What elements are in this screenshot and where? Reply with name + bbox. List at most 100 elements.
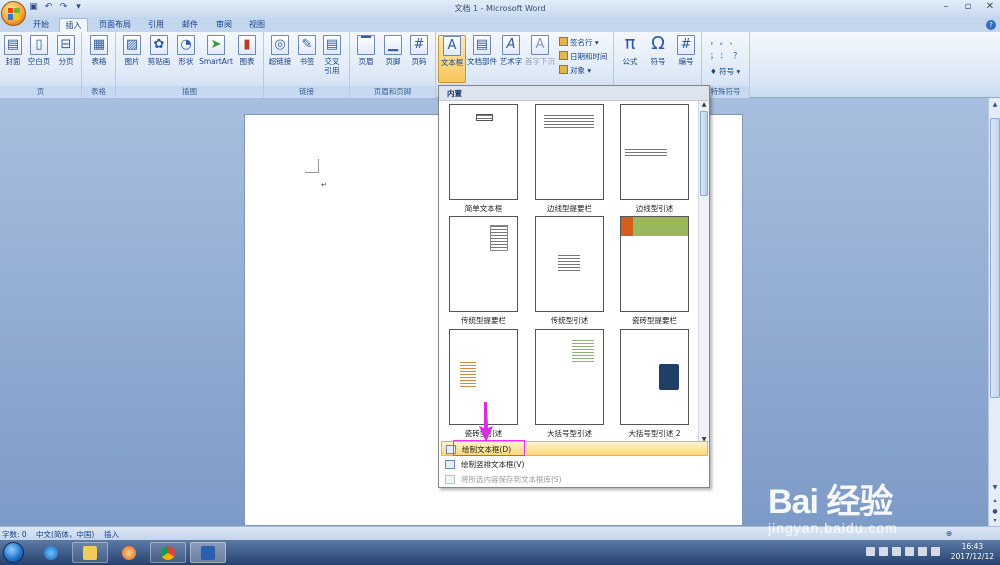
window-title: 文档 1 - Microsoft Word — [454, 4, 546, 13]
special-symbol-more-button[interactable]: ♦ 符号 ▾ — [710, 66, 740, 77]
prev-page-icon[interactable]: ▴ — [990, 496, 1000, 506]
gallery-item-traditional-sidebar[interactable]: 传统型提要栏 — [449, 216, 518, 326]
language-status[interactable]: 中文(简体，中国) — [36, 529, 94, 540]
date-time-button[interactable]: 日期和时间 — [559, 51, 608, 62]
insert-mode-status[interactable]: 插入 — [104, 529, 119, 540]
gallery-item-sideline-sidebar[interactable]: 边线型提要栏 — [535, 104, 604, 214]
ie-icon — [44, 545, 58, 560]
close-icon[interactable]: ✕ — [984, 1, 996, 12]
gallery-caption: 瓷砖型提要栏 — [632, 316, 677, 325]
next-page-icon[interactable]: ▾ — [990, 516, 1000, 526]
clip-art-button[interactable]: ✿ 剪贴画 — [146, 35, 172, 66]
start-button[interactable] — [3, 542, 24, 563]
object-button[interactable]: 对象 ▾ — [559, 65, 591, 76]
quick-parts-label: 文档部件 — [467, 57, 497, 66]
signature-line-button[interactable]: 签名行 ▾ — [559, 37, 599, 48]
picture-button[interactable]: ▨ 图片 — [121, 35, 143, 66]
gallery-item-brace-quote[interactable]: 大括号型引述 — [535, 329, 604, 439]
footer-button[interactable]: ▁ 页脚 — [382, 35, 404, 66]
scroll-thumb[interactable] — [990, 118, 1000, 398]
folder-icon — [83, 545, 97, 560]
chrome-taskbar-button[interactable] — [150, 542, 186, 563]
tab-page-layout[interactable]: 页面布局 — [94, 18, 136, 32]
shapes-label: 形状 — [178, 57, 194, 66]
special-chars-row-1[interactable]: ，。、 — [710, 36, 743, 47]
zoom-plus-icon[interactable]: ⊕ — [946, 529, 952, 538]
gallery-caption: 传统型提要栏 — [461, 316, 506, 325]
tray-icon-4[interactable] — [905, 547, 914, 556]
word-count[interactable]: 字数: 0 — [2, 529, 27, 540]
chart-button[interactable]: ▮ 图表 — [236, 35, 258, 66]
smartart-button[interactable]: ➤ SmartArt — [199, 35, 233, 66]
maximize-icon[interactable]: ▫ — [962, 1, 974, 12]
tab-view[interactable]: 视图 — [243, 18, 271, 32]
gallery-item-sideline-quote[interactable]: 边线型引述 — [620, 104, 689, 214]
gallery-item-brace-quote-2[interactable]: 大括号型引述 2 — [620, 329, 689, 439]
gallery-scroll-up-icon[interactable]: ▲ — [699, 101, 709, 108]
cover-page-button[interactable]: ▤ 封面 — [3, 35, 23, 66]
group-label-header-footer: 页眉和页脚 — [350, 86, 435, 98]
shapes-button[interactable]: ◔ 形状 — [175, 35, 197, 66]
special-symbol-label: 符号 ▾ — [719, 67, 741, 76]
group-illustrations: ▨ 图片 ✿ 剪贴画 ◔ 形状 ➤ SmartArt ▮ 图表 插图 — [116, 32, 264, 98]
table-button[interactable]: ▦ 表格 — [89, 35, 109, 66]
symbol-button[interactable]: Ω 符号 — [646, 35, 670, 67]
volume-icon[interactable] — [931, 547, 940, 556]
gallery-item-tile-sidebar[interactable]: 瓷砖型提要栏 — [620, 216, 689, 326]
tab-review[interactable]: 审阅 — [210, 18, 238, 32]
equation-button[interactable]: π 公式 — [618, 35, 642, 67]
explorer-taskbar-button[interactable] — [72, 542, 108, 563]
blank-page-button[interactable]: ▯ 空白页 — [26, 35, 52, 66]
header-button[interactable]: ▔ 页眉 — [355, 35, 377, 66]
page-number-button[interactable]: # 页码 — [408, 35, 430, 66]
hyperlink-button[interactable]: ◎ 超链接 — [267, 35, 293, 66]
network-icon[interactable] — [918, 547, 927, 556]
special-chars-row-2[interactable]: ；：？ — [710, 50, 747, 61]
word-taskbar-button[interactable] — [190, 542, 226, 563]
document-scrollbar[interactable]: ▲ ▼ ▴ ● ▾ — [988, 98, 1000, 526]
group-links: ◎ 超链接 ✎ 书签 ▤ 交叉 引用 链接 — [264, 32, 350, 98]
numbering-icon: # — [677, 35, 695, 55]
text-box-button[interactable]: A 文本框 — [438, 35, 466, 83]
tab-mailings[interactable]: 邮件 — [176, 18, 204, 32]
ie-taskbar-button[interactable] — [34, 542, 68, 563]
wordart-button[interactable]: A 艺术字 — [499, 35, 523, 66]
bookmark-button[interactable]: ✎ 书签 — [296, 35, 318, 66]
numbering-button[interactable]: # 编号 — [674, 35, 698, 66]
symbol-label: 符号 — [650, 57, 666, 66]
tray-icon-1[interactable] — [866, 547, 875, 556]
gallery-item-simple-text-box[interactable]: 简单文本框 — [449, 104, 518, 214]
scroll-down-icon[interactable]: ▼ — [990, 483, 1000, 493]
office-button[interactable] — [1, 1, 26, 26]
gallery-item-traditional-quote[interactable]: 传统型引述 — [535, 216, 604, 326]
hyperlink-icon: ◎ — [271, 35, 289, 55]
object-icon — [559, 65, 568, 74]
quick-parts-button[interactable]: ▤ 文档部件 — [467, 35, 497, 66]
draw-vertical-text-box-menu-item[interactable]: 绘制竖排文本框(V) — [441, 457, 708, 472]
help-icon[interactable]: ? — [986, 20, 996, 30]
page-break-button[interactable]: ⊟ 分页 — [56, 35, 76, 66]
tab-insert[interactable]: 插入 — [59, 18, 88, 32]
tray-icon-3[interactable] — [892, 547, 901, 556]
tab-references[interactable]: 引用 — [142, 18, 170, 32]
clock[interactable]: 16:43 2017/12/12 — [951, 542, 994, 562]
tray-icon-2[interactable] — [879, 547, 888, 556]
save-to-gallery-menu-item[interactable]: 将所选内容保存到文本框库(S) — [441, 472, 708, 487]
gallery-thumbnail — [620, 329, 689, 425]
scroll-up-icon[interactable]: ▲ — [990, 100, 1000, 110]
tab-home[interactable]: 开始 — [26, 18, 56, 32]
special-symbol-icon: ♦ — [710, 67, 720, 76]
gallery-scroll-thumb[interactable] — [700, 111, 708, 196]
gallery-scrollbar[interactable]: ▲ ▼ — [698, 101, 709, 443]
object-label: 对象 ▾ — [570, 66, 592, 75]
media-player-taskbar-button[interactable] — [112, 542, 146, 563]
group-label-links: 链接 — [264, 86, 349, 98]
drop-cap-label: 首字下沉 — [525, 57, 555, 66]
cross-reference-label-1: 交叉 — [324, 57, 340, 66]
minimize-icon[interactable]: – — [940, 1, 952, 12]
margin-corner-mark — [305, 159, 319, 173]
date-time-icon — [559, 51, 568, 60]
drop-cap-button[interactable]: A 首字下沉 — [525, 35, 555, 66]
cross-reference-button[interactable]: ▤ 交叉 引用 — [321, 35, 343, 75]
table-label: 表格 — [91, 57, 107, 66]
